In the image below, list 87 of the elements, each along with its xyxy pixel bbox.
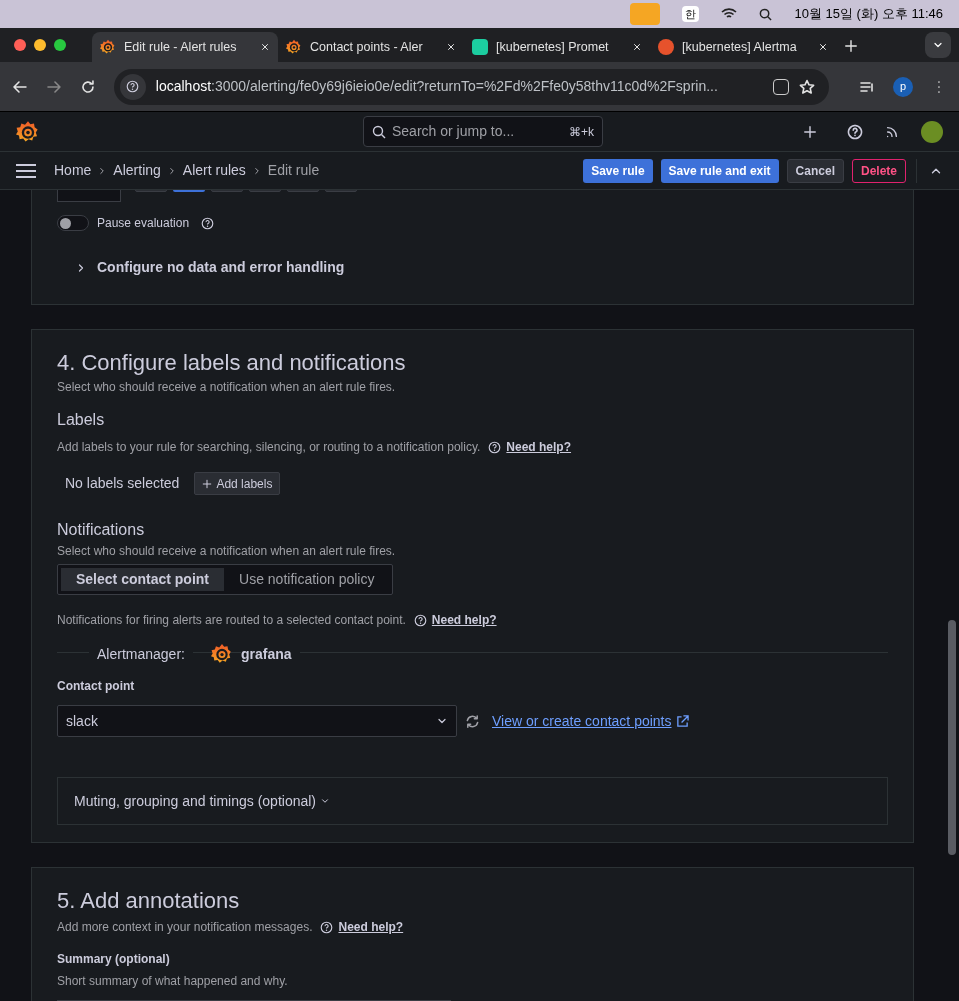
close-icon[interactable]	[446, 42, 456, 52]
url-text: localhost:3000/alerting/fe0y69j6ieio0e/edit?returnTo=%2Fd%2Ffe0y58thv11c0d%2Fsprin...	[155, 77, 719, 96]
help-icon	[320, 920, 334, 934]
external-link-icon	[675, 714, 689, 728]
help-link[interactable]: Need help?	[506, 438, 572, 456]
field-label: Contact point	[57, 678, 136, 695]
shortcut-hint: ⌘+k	[569, 123, 594, 141]
add-labels-button[interactable]: Add labels	[194, 472, 281, 495]
forward-icon[interactable]	[45, 78, 62, 95]
breadcrumb-link[interactable]: Edit rule	[267, 160, 320, 181]
search-icon[interactable]	[759, 7, 773, 21]
close-icon[interactable]	[632, 42, 642, 52]
chevron-down-icon	[320, 796, 331, 806]
ime-indicator[interactable]: 한	[682, 6, 700, 22]
field-label: Summary (optional)	[57, 951, 171, 968]
close-icon[interactable]	[818, 42, 828, 52]
browser-tab[interactable]: Edit rule - Alert rules	[92, 32, 278, 62]
breadcrumb-link[interactable]: Alerting	[113, 160, 161, 181]
new-tab-icon[interactable]	[844, 39, 858, 53]
contact-point-select[interactable]: slack	[57, 705, 457, 737]
description-text: Add labels to your rule for searching, silencing, or routing to a notification policy.	[57, 439, 481, 456]
reload-icon[interactable]	[79, 78, 96, 95]
breadcrumb-link[interactable]: Alert rules	[182, 160, 246, 181]
help-link[interactable]: Need help?	[431, 611, 497, 629]
mode-option[interactable]: Use notification policy	[224, 568, 390, 591]
section-title: 4. Configure labels and notifications	[57, 349, 407, 377]
help-link[interactable]: Need help?	[338, 918, 404, 936]
grafana-logo-icon	[16, 119, 40, 144]
muting-header[interactable]: Muting, grouping and timings (optional)	[74, 790, 317, 812]
action-button[interactable]: Save rule	[583, 158, 653, 183]
collapsible-header[interactable]: Configure no data and error handling	[75, 257, 888, 278]
search-icon	[372, 124, 386, 139]
empty-labels-text: No labels selected	[65, 474, 180, 493]
tab-search-button[interactable]	[925, 32, 951, 58]
browser-tab[interactable]: [kubernetes] Promet	[464, 32, 650, 62]
profile-avatar[interactable]: p	[893, 76, 914, 97]
tab-favicon-icon	[472, 39, 488, 55]
star-icon[interactable]	[799, 78, 816, 95]
grafana-logo-icon	[100, 39, 116, 55]
muting-panel[interactable]: Muting, grouping and timings (optional)	[57, 777, 888, 825]
browser-tab[interactable]: Contact points - Aler	[278, 32, 464, 62]
search-field[interactable]: Search or jump to... ⌘+k	[363, 116, 603, 147]
field-hint: Short summary of what happened and why.	[57, 973, 289, 990]
rss-icon[interactable]	[885, 124, 899, 139]
help-icon[interactable]	[847, 123, 863, 140]
close-window-icon[interactable]	[14, 39, 26, 51]
pause-toggle[interactable]	[57, 215, 89, 231]
help-icon	[413, 613, 427, 627]
browser-tab[interactable]: [kubernetes] Alertma	[650, 32, 836, 62]
help-icon	[488, 440, 502, 454]
subsection-title: Notifications	[57, 520, 146, 540]
toggle-label: Pause evaluation	[97, 215, 190, 232]
description-text: Notifications for firing alerts are routed to a selected contact point.	[57, 612, 406, 629]
tab-favicon-icon	[658, 39, 674, 55]
maximize-window-icon[interactable]	[54, 39, 66, 51]
grafana-logo-icon	[286, 39, 302, 55]
tab-title: Contact points - Aler	[310, 38, 424, 56]
back-icon[interactable]	[12, 78, 28, 95]
breadcrumb-link[interactable]: Home	[54, 160, 92, 181]
wifi-icon[interactable]	[721, 8, 738, 20]
help-icon	[126, 80, 140, 93]
add-icon[interactable]	[803, 124, 817, 139]
site-info-icon[interactable]	[119, 73, 146, 100]
user-avatar[interactable]	[921, 120, 943, 143]
help-icon	[201, 216, 215, 230]
menu-icon[interactable]	[16, 163, 36, 178]
action-button[interactable]: Delete	[851, 158, 906, 183]
contact-points-link[interactable]: View or create contact points	[492, 710, 672, 732]
section-subtitle: Select who should receive a notification when an alert rule fires.	[57, 379, 397, 396]
close-icon[interactable]	[260, 42, 270, 52]
tab-title: [kubernetes] Promet	[496, 38, 610, 56]
subsection-title: Labels	[57, 410, 106, 430]
section-title: 5. Add annotations	[57, 887, 241, 915]
section-subtitle: Add more context in your notification messages.	[57, 919, 313, 936]
description-text: Select who should receive a notification when an alert rule fires.	[57, 543, 397, 560]
address-field[interactable]: localhost:3000/alerting/fe0y69j6ieio0e/edit?returnTo=%2Fd%2Ffe0y58thv11c0d%2Fsprin...	[113, 68, 830, 105]
action-button[interactable]: Save rule and exit	[660, 158, 779, 183]
mode-option[interactable]: Select contact point	[61, 568, 225, 591]
refresh-icon[interactable]	[465, 713, 480, 729]
plus-icon	[202, 478, 213, 489]
minimize-window-icon[interactable]	[34, 39, 46, 51]
grafana-logo-icon	[210, 643, 233, 665]
tab-title: [kubernetes] Alertma	[682, 38, 798, 56]
action-button[interactable]: Cancel	[786, 158, 844, 183]
menu-bar-clock[interactable]: 10월 15일 (화) 오후 11:46	[794, 4, 943, 24]
tab-title: Edit rule - Alert rules	[124, 38, 238, 56]
scrollbar-thumb[interactable]	[948, 620, 956, 855]
